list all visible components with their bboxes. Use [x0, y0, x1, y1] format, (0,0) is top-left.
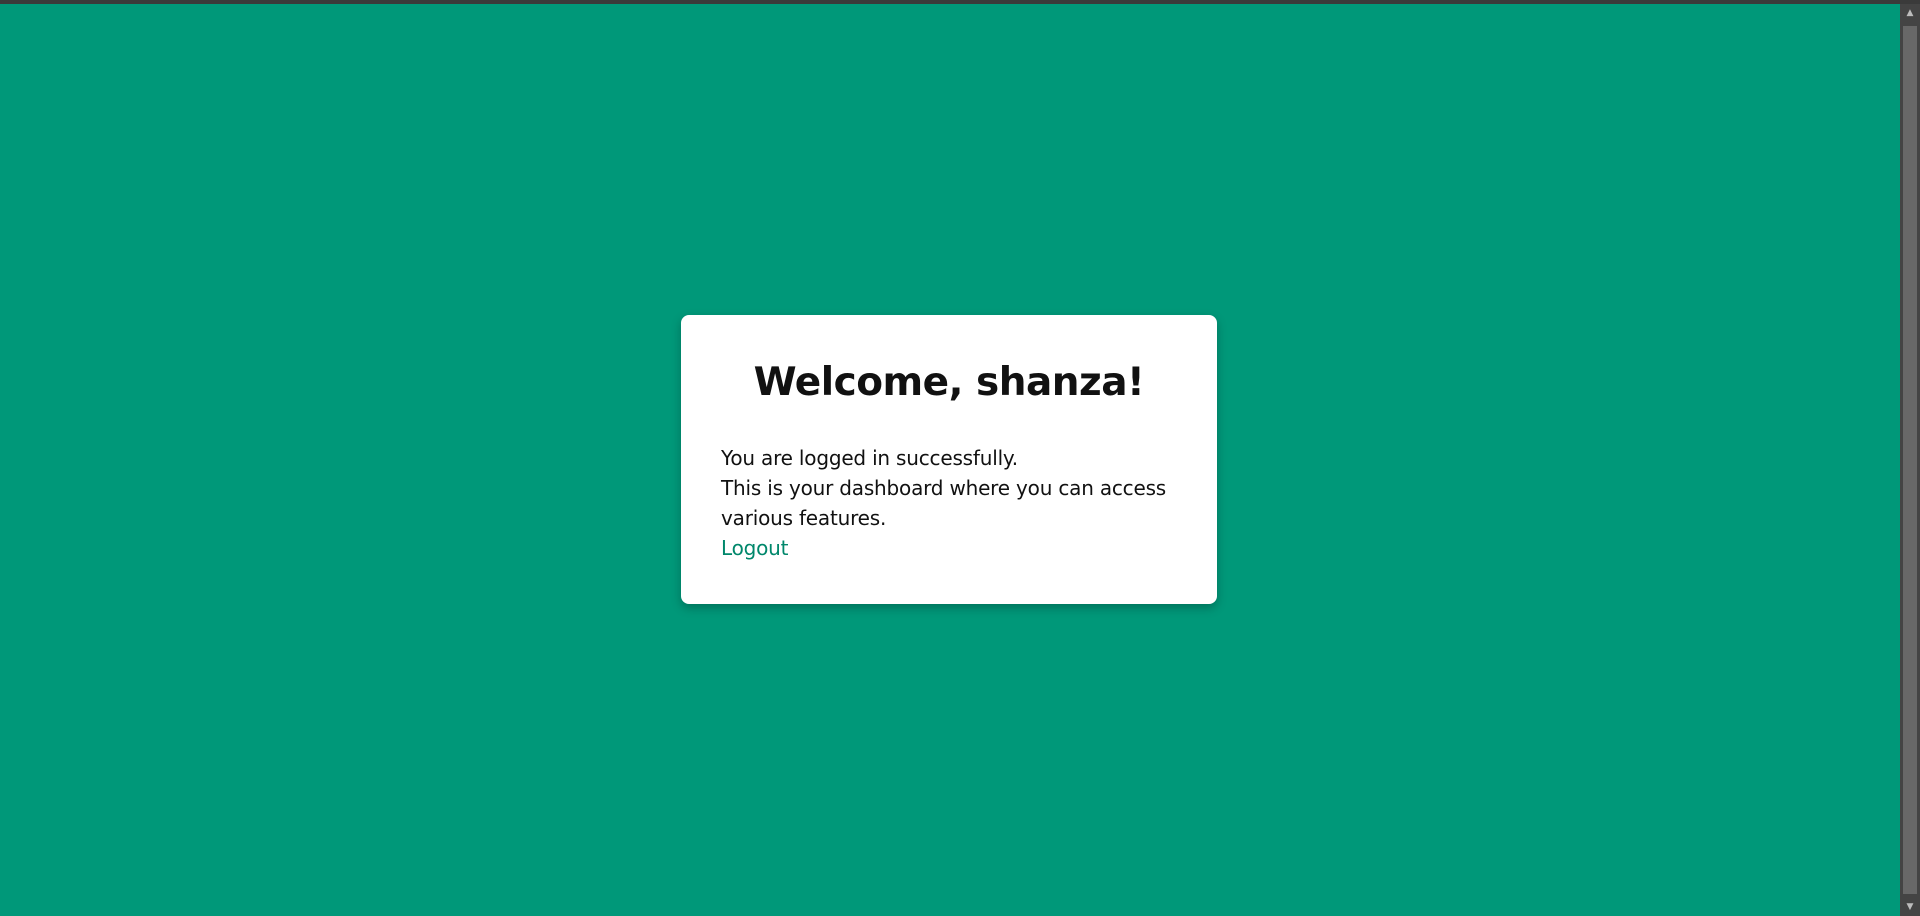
dashboard-description: This is your dashboard where you can acc… [721, 476, 1167, 530]
page-viewport: Welcome, shanza! You are logged in succe… [0, 4, 1900, 916]
welcome-heading: Welcome, shanza! [753, 360, 1145, 405]
scroll-up-arrow-icon[interactable]: ▲ [1900, 4, 1920, 22]
vertical-scrollbar[interactable]: ▲ ▼ [1900, 4, 1920, 916]
logout-link[interactable]: Logout [721, 536, 788, 560]
card-body: You are logged in successfully. This is … [721, 443, 1177, 563]
scroll-down-arrow-icon[interactable]: ▼ [1900, 898, 1920, 916]
login-success-text: You are logged in successfully. [721, 446, 1018, 470]
welcome-card: Welcome, shanza! You are logged in succe… [681, 315, 1217, 604]
scrollbar-thumb[interactable] [1903, 26, 1917, 894]
